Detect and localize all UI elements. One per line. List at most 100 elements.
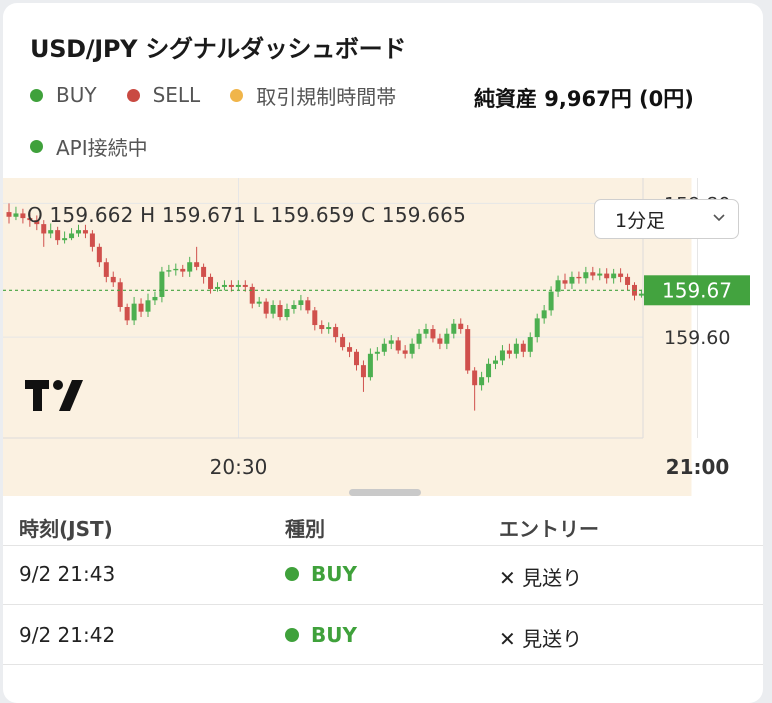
candle-body: [256, 301, 262, 304]
divider: [3, 604, 763, 605]
legend-restricted-label: 取引規制時間帯: [256, 84, 397, 109]
candle-body: [340, 337, 346, 348]
net-assets: 純資産 9,967円 (0円): [474, 87, 694, 111]
page-edge: [763, 0, 772, 670]
timeframe-select[interactable]: 1分足: [594, 199, 739, 239]
candle-body: [437, 338, 443, 344]
candle-body: [124, 306, 130, 321]
candle-body: [444, 333, 450, 344]
legend-buy-label: BUY: [56, 83, 97, 107]
candle-body: [249, 286, 255, 304]
candle-body: [534, 318, 540, 338]
candle-body: [409, 343, 415, 354]
api-status-dot-icon: [30, 140, 43, 153]
candle-body: [145, 300, 151, 312]
candle-body: [82, 230, 88, 234]
sell-dot-icon: [126, 88, 140, 102]
candle-body: [625, 276, 631, 285]
candle-body: [597, 273, 603, 276]
candle-body: [235, 284, 241, 287]
candle-body: [638, 293, 644, 296]
candle-body: [194, 262, 200, 267]
row-entry: ✕ 見送り: [499, 627, 583, 651]
candle-body: [451, 323, 457, 334]
candle-body: [416, 333, 422, 344]
legend-sell-label: SELL: [152, 83, 201, 107]
candle-body: [221, 284, 227, 287]
candle-body: [69, 233, 75, 239]
candle-body: [430, 329, 436, 339]
row-time: 9/2 21:43: [19, 562, 116, 586]
candle-body: [55, 230, 61, 241]
candle-body: [263, 301, 269, 314]
legend-buy: BUY: [30, 83, 97, 107]
candle-body: [89, 233, 95, 247]
divider: [3, 545, 763, 546]
candle-body: [291, 304, 297, 310]
candle-body: [465, 329, 471, 371]
x-tick-label: 20:30: [210, 455, 268, 479]
candle-body: [569, 276, 575, 284]
row-type: BUY: [285, 623, 357, 647]
candle-body: [367, 353, 373, 378]
candle-body: [611, 273, 617, 279]
buy-dot-icon: [285, 628, 299, 642]
candle-body: [562, 280, 568, 284]
candle-body: [360, 365, 366, 378]
candle-body: [166, 270, 172, 272]
ohlc-readout: O 159.662 H 159.671 L 159.659 C 159.665: [27, 203, 467, 227]
candle-body: [208, 276, 214, 289]
candle-body: [548, 291, 554, 311]
divider: [3, 664, 763, 665]
candle-body: [312, 310, 318, 326]
legend-restricted: 取引規制時間帯: [230, 81, 396, 110]
row-type-label: BUY: [311, 623, 357, 647]
candle-body: [604, 273, 610, 279]
dashboard-card: USD/JPY シグナルダッシュボード BUY SELL 取引規制時間帯 純資産…: [3, 3, 763, 703]
candle-body: [618, 273, 624, 277]
candle-body: [20, 213, 26, 219]
candle-body: [62, 238, 68, 241]
candle-body: [333, 327, 339, 338]
candle-body: [472, 370, 478, 386]
row-type-label: BUY: [311, 562, 357, 586]
candle-body: [354, 351, 359, 366]
candle-body: [347, 347, 353, 352]
candle-body: [326, 327, 332, 330]
candle-body: [138, 303, 144, 312]
candle-body: [458, 323, 464, 330]
candle-body: [48, 230, 54, 234]
candle-body: [180, 268, 186, 272]
candle-body: [402, 350, 408, 354]
candle-body: [96, 246, 102, 263]
restricted-dot-icon: [230, 88, 244, 102]
candle-body: [527, 337, 533, 352]
timeframe-value: 1分足: [615, 209, 666, 232]
candle-body: [305, 300, 311, 311]
candle-body: [381, 343, 387, 352]
candle-body: [499, 350, 505, 361]
api-status: API接続中: [30, 132, 148, 161]
legend: BUY SELL 取引規制時間帯: [30, 81, 426, 109]
candle-body: [520, 343, 526, 352]
candle-body: [513, 343, 519, 354]
row-entry: ✕ 見送り: [499, 566, 583, 590]
resize-handle[interactable]: [349, 489, 421, 496]
candle-body: [395, 340, 401, 351]
buy-dot-icon: [30, 88, 43, 102]
buy-dot-icon: [285, 567, 299, 581]
candle-body: [117, 282, 123, 307]
candle-body: [131, 303, 137, 321]
candle-body: [13, 213, 19, 217]
candle-body: [541, 310, 547, 319]
candle-body: [583, 272, 589, 279]
candle-body: [242, 284, 248, 287]
candle-body: [374, 351, 380, 354]
header-type: 種別: [285, 517, 325, 541]
candle-body: [590, 272, 596, 276]
candle-body: [228, 284, 234, 287]
row-type: BUY: [285, 562, 357, 586]
candle-body: [506, 350, 512, 354]
header-time: 時刻(JST): [19, 517, 113, 541]
candle-body: [173, 268, 179, 271]
